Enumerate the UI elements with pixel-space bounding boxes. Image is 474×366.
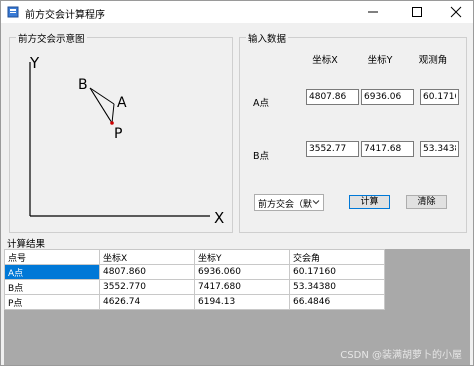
table-cell[interactable]: 6936.060: [194, 264, 290, 280]
watermark: CSDN @装满胡萝卜的小屋: [340, 350, 462, 361]
table-cell[interactable]: 4626.74: [99, 294, 195, 310]
results-title: 计算结果: [7, 239, 46, 250]
b-angle-field[interactable]: [420, 141, 459, 157]
input-group-title: 输入数据: [246, 31, 289, 45]
app-icon: [7, 6, 19, 18]
results-grid[interactable]: 点号 坐标X 坐标Y 交会角 A点 4807.860 6936.060 60.1…: [4, 249, 470, 365]
diagram-group: 前方交会示意图 Y X B A P: [9, 31, 233, 233]
table-cell[interactable]: 66.4846: [289, 294, 385, 310]
header-coord-x: 坐标X: [312, 55, 338, 66]
app-window: 前方交会计算程序 前方交会示意图 Y X B A P 输入数据 坐标X 坐标Y …: [0, 0, 474, 366]
a-y-field[interactable]: [361, 89, 414, 105]
point-p-marker: [110, 121, 114, 125]
maximize-icon: [412, 7, 422, 17]
clear-button[interactable]: 清除: [406, 195, 447, 209]
header-angle: 观测角: [418, 55, 448, 66]
point-a-label: A: [117, 95, 127, 111]
row-label-b: B点: [253, 151, 270, 162]
table-row[interactable]: A点 4807.860 6936.060 60.17160: [4, 264, 385, 280]
window-title: 前方交会计算程序: [25, 10, 105, 21]
table-row[interactable]: P点 4626.74 6194.13 66.4846: [4, 294, 385, 310]
results-table: 点号 坐标X 坐标Y 交会角 A点 4807.860 6936.060 60.1…: [4, 249, 385, 310]
b-x-field[interactable]: [306, 141, 359, 157]
intersection-diagram: Y X B A P: [29, 54, 224, 227]
point-p-label: P: [114, 126, 122, 142]
minimize-icon: [368, 11, 378, 13]
line-a-p: [111, 103, 115, 124]
table-cell[interactable]: 60.17160: [289, 264, 385, 280]
table-cell[interactable]: 4807.860: [99, 264, 195, 280]
calculate-button[interactable]: 计算: [349, 195, 390, 209]
row-label-a: A点: [253, 98, 269, 109]
method-select[interactable]: 前方交会（默: [254, 194, 324, 211]
a-x-field[interactable]: [306, 89, 359, 105]
results-header-x[interactable]: 坐标X: [99, 249, 195, 265]
table-cell[interactable]: 3552.770: [99, 279, 195, 295]
b-y-field[interactable]: [361, 141, 414, 157]
close-icon: [450, 6, 462, 18]
table-cell[interactable]: 6194.13: [194, 294, 290, 310]
y-axis-label: Y: [29, 54, 40, 72]
title-bar: 前方交会计算程序: [1, 1, 473, 23]
table-cell[interactable]: 53.34380: [289, 279, 385, 295]
table-cell[interactable]: P点: [4, 294, 100, 310]
table-cell[interactable]: A点: [4, 264, 100, 280]
method-select-value: 前方交会（默: [258, 200, 313, 210]
point-b-label: B: [78, 77, 88, 93]
line-b-a: [89, 87, 115, 105]
a-angle-field[interactable]: [420, 89, 459, 105]
results-header-point[interactable]: 点号: [4, 249, 100, 265]
header-coord-y: 坐标Y: [367, 55, 393, 66]
results-header-angle[interactable]: 交会角: [289, 249, 385, 265]
maximize-button[interactable]: [397, 1, 437, 23]
minimize-button[interactable]: [353, 1, 393, 23]
results-header-row: 点号 坐标X 坐标Y 交会角: [4, 249, 385, 265]
table-row[interactable]: B点 3552.770 7417.680 53.34380: [4, 279, 385, 295]
results-header-y[interactable]: 坐标Y: [194, 249, 290, 265]
close-button[interactable]: [437, 1, 474, 23]
table-cell[interactable]: B点: [4, 279, 100, 295]
input-group: 输入数据 坐标X 坐标Y 观测角 A点 B点 前方交会（默 计算 清除: [239, 31, 467, 233]
chevron-down-icon: [312, 200, 320, 205]
x-axis-label: X: [214, 209, 224, 227]
table-cell[interactable]: 7417.680: [194, 279, 290, 295]
